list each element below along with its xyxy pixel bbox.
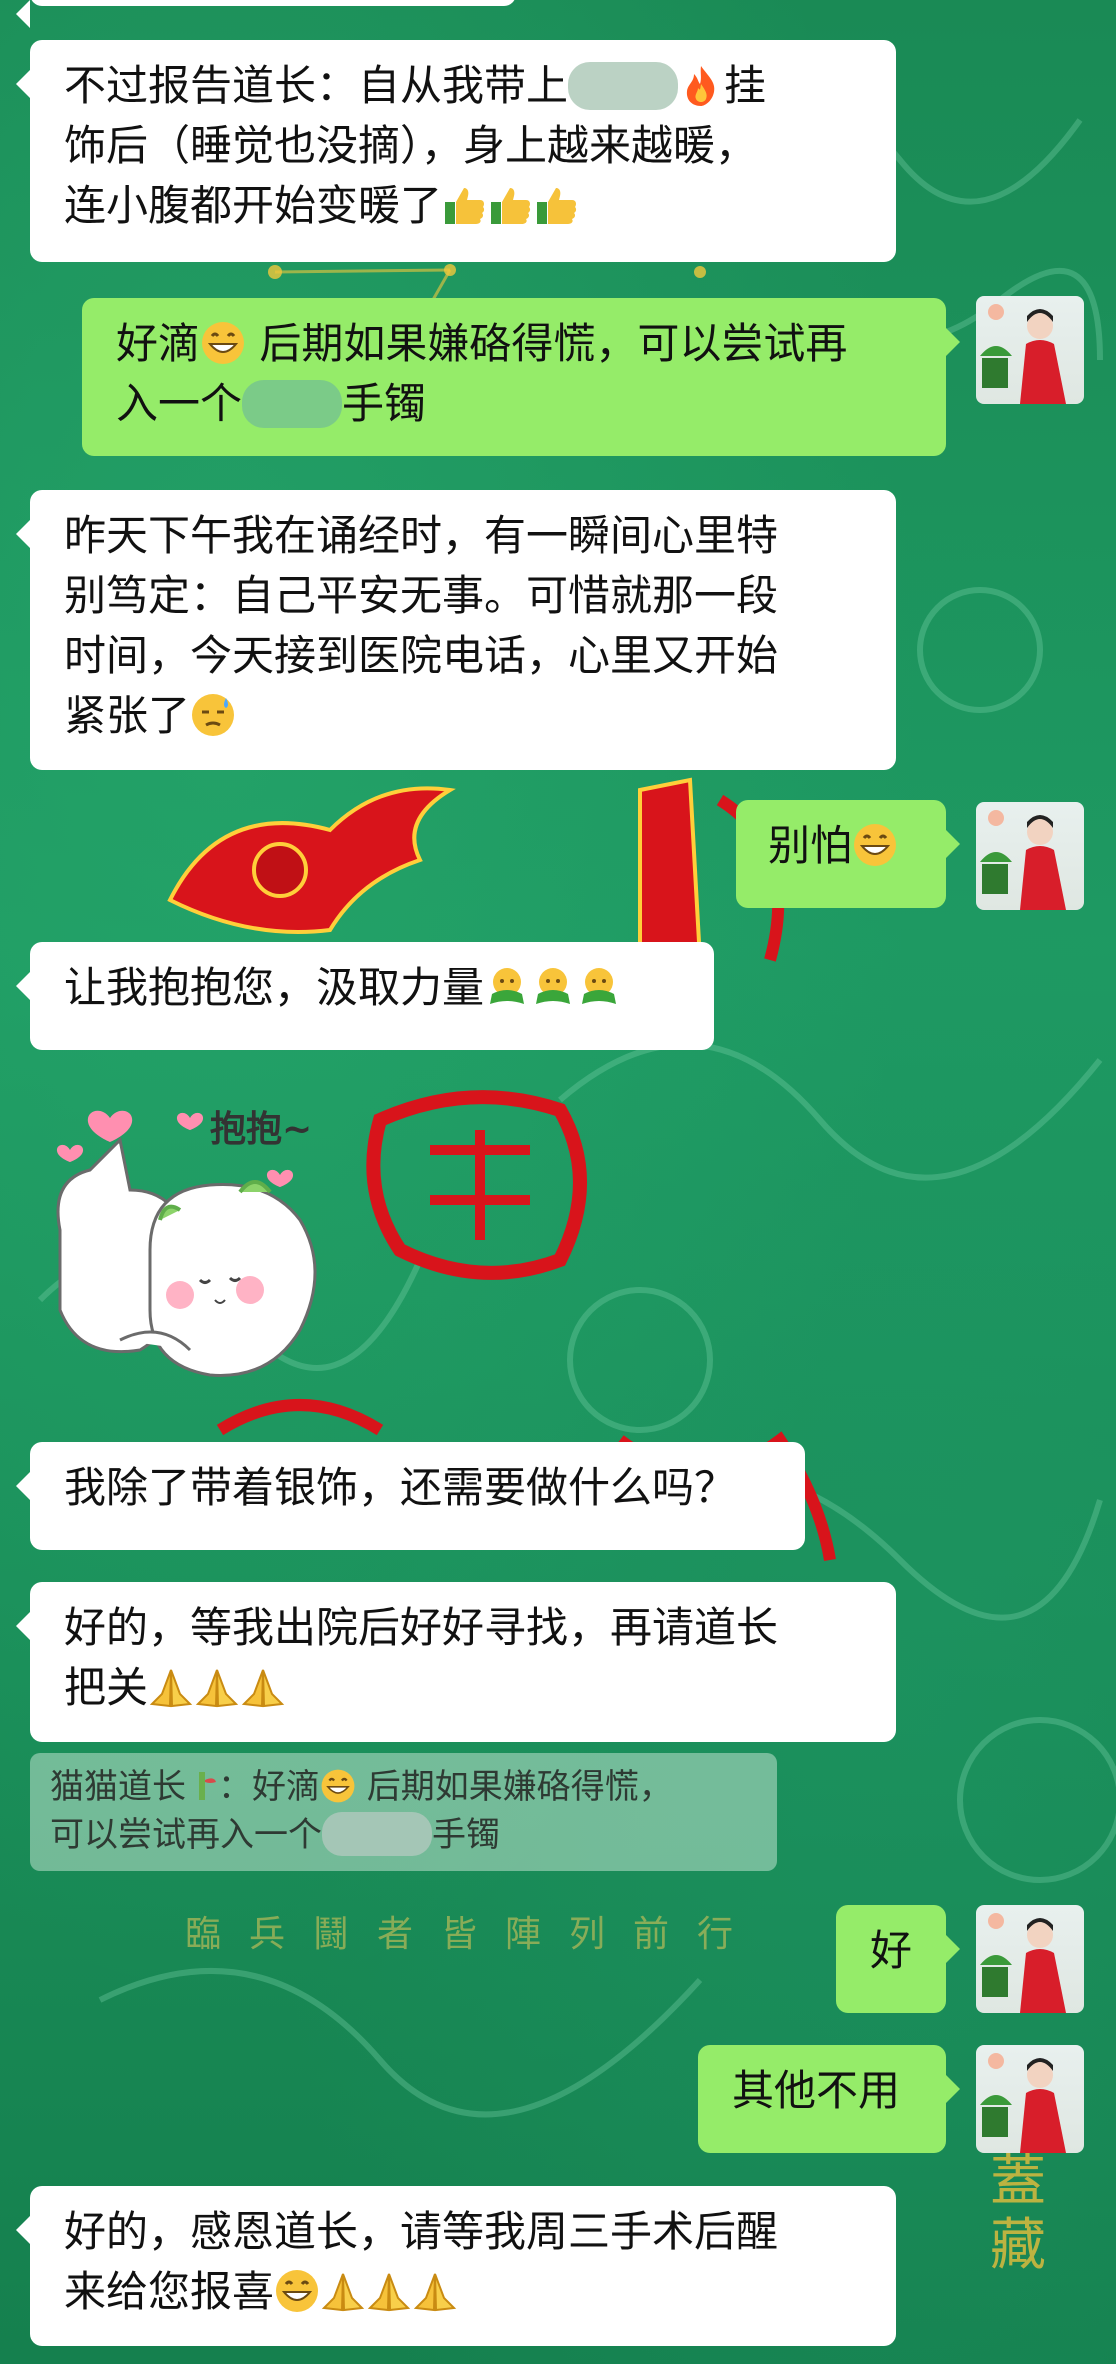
- message-text: 连小腹都开始变暖了: [64, 181, 443, 230]
- pray-icon: [148, 1664, 194, 1710]
- message-text: 把关: [64, 1663, 149, 1712]
- message-text: 紧张了: [64, 691, 191, 740]
- grin-icon: [274, 2268, 320, 2314]
- message-text: 挂: [724, 61, 767, 110]
- avatar[interactable]: [976, 1905, 1084, 2013]
- message-bubble-1[interactable]: 不过报告道长：自从我带上 挂 饰后（睡觉也没摘），身上越来越暖， 连小腹都开始变暖…: [16, 40, 896, 262]
- avatar[interactable]: [976, 802, 1084, 910]
- message-text: 好的，等我出院后好好寻找，再请道长: [64, 1603, 779, 1652]
- message-bubble-4[interactable]: 别怕: [736, 800, 960, 908]
- clipped-previous-bubble[interactable]: [16, 0, 516, 28]
- hug-icon: [576, 964, 622, 1010]
- message-text: 好: [870, 1926, 913, 1975]
- message-bubble-3[interactable]: 昨天下午我在诵经时，有一瞬间心里特 别笃定：自己平安无事。可惜就那一段 时间，今…: [16, 490, 896, 770]
- message-text: 让我抱抱您，汲取力量: [64, 963, 485, 1012]
- redacted-blur: [568, 62, 679, 110]
- message-text: 我除了带着银饰，还需要做什么吗？: [64, 1463, 737, 1512]
- message-bubble-6[interactable]: 我除了带着银饰，还需要做什么吗？: [16, 1442, 805, 1550]
- thumbs-up-icon: [442, 182, 488, 228]
- pray-icon: [320, 2268, 366, 2314]
- message-text: 饰后（睡觉也没摘），身上越来越暖，: [64, 121, 758, 170]
- message-text: 其他不用: [732, 2066, 901, 2115]
- message-text: 好滴: [116, 319, 201, 368]
- message-text: 好的，感恩道长，请等我周三手术后醒: [64, 2207, 779, 2256]
- hug-icon: [530, 964, 576, 1010]
- thumbs-up-icon: [488, 182, 534, 228]
- quoted-reply[interactable]: 猫猫道长 ：好滴 后期如果嫌硌得慌， 可以尝试再入一个 手镯: [30, 1753, 777, 1871]
- quote-text: 可以尝试再入一个: [50, 1815, 322, 1855]
- grin-icon: [320, 1768, 356, 1804]
- message-bubble-2[interactable]: 好滴 后期如果嫌硌得慌，可以尝试再 入一个 手镯: [82, 298, 960, 456]
- grin-icon: [852, 822, 898, 868]
- background-gold-vertical: 蓋藏: [990, 2149, 1046, 2278]
- message-bubble-10[interactable]: 好的，感恩道长，请等我周三手术后醒 来给您报喜: [16, 2186, 896, 2346]
- fire-icon: [678, 62, 724, 108]
- quote-text: ：好滴: [218, 1767, 320, 1807]
- thumbs-up-icon: [534, 182, 580, 228]
- message-text: 来给您报喜: [64, 2267, 275, 2316]
- message-text: 入一个: [116, 379, 243, 428]
- message-bubble-5[interactable]: 让我抱抱您，汲取力量: [16, 942, 714, 1050]
- pray-icon: [412, 2268, 458, 2314]
- message-bubble-9[interactable]: 其他不用: [698, 2045, 960, 2153]
- grin-icon: [200, 320, 246, 366]
- hug-sticker[interactable]: 抱抱~: [40, 1080, 340, 1410]
- pray-icon: [240, 1664, 286, 1710]
- quote-sender: 猫猫道长: [50, 1767, 186, 1807]
- message-text: 别笃定：自己平安无事。可惜就那一段: [64, 571, 779, 620]
- redacted-blur: [322, 1812, 432, 1856]
- avatar[interactable]: [976, 2045, 1084, 2153]
- bamboo-icon: [186, 1767, 218, 1800]
- message-bubble-7[interactable]: 好的，等我出院后好好寻找，再请道长 把关: [16, 1582, 896, 1742]
- message-text: 手镯: [342, 379, 427, 428]
- hug-icon: [484, 964, 530, 1010]
- message-text: 昨天下午我在诵经时，有一瞬间心里特: [64, 511, 779, 560]
- avatar[interactable]: [976, 296, 1084, 404]
- message-text: 后期如果嫌硌得慌，可以尝试再: [246, 319, 848, 368]
- message-text: 不过报告道长：自从我带上: [64, 61, 569, 110]
- sweat-icon: [190, 692, 236, 738]
- quote-text: 手镯: [432, 1815, 500, 1855]
- message-text: 别怕: [768, 821, 853, 870]
- redacted-blur: [242, 380, 343, 428]
- pray-icon: [194, 1664, 240, 1710]
- pray-icon: [366, 2268, 412, 2314]
- sticker-text: 抱抱~: [210, 1109, 313, 1150]
- message-bubble-8[interactable]: 好: [836, 1905, 960, 2013]
- background-gold-row: 臨兵鬪者皆陣列前行: [185, 1914, 762, 1955]
- quote-text: 后期如果嫌硌得慌，: [356, 1767, 673, 1807]
- message-text: 时间，今天接到医院电话，心里又开始: [64, 631, 779, 680]
